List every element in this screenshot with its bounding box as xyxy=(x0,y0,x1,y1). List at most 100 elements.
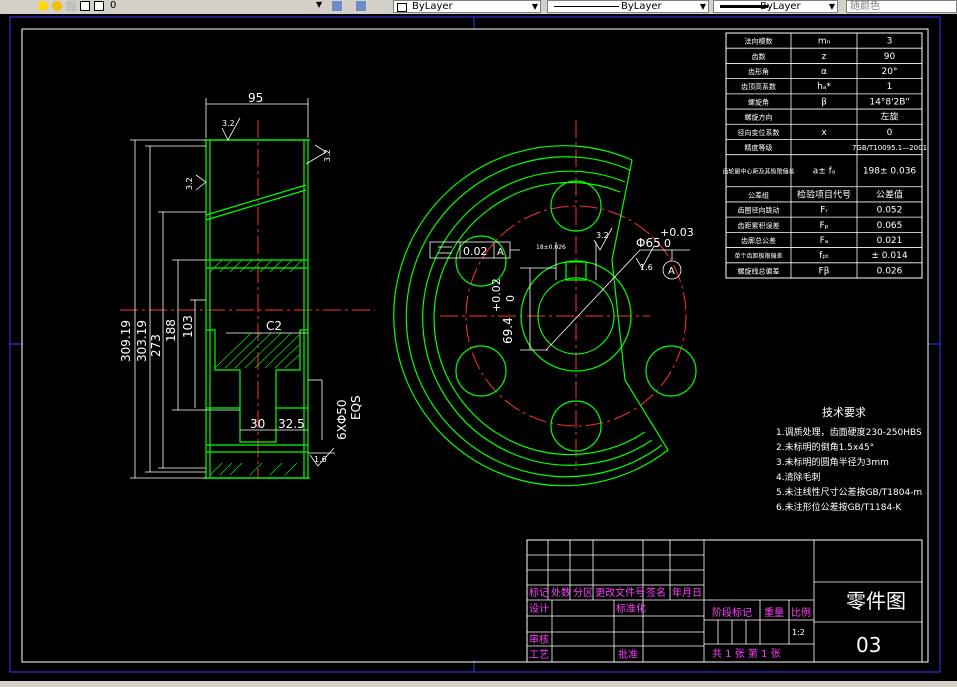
chevron-down-icon: ▼ xyxy=(699,2,706,11)
param-symbol: z xyxy=(822,52,827,62)
dim-keyway-tol-up: +0.02 xyxy=(490,278,503,312)
linetype-sample-icon xyxy=(554,6,619,7)
param-name: 法向模数 xyxy=(745,37,773,46)
chevron-down-icon: ▼ xyxy=(828,2,835,11)
tech-item-6: 6.未注形位公差按GB/T1184-K xyxy=(776,501,902,513)
tb-date: 年月日 xyxy=(672,586,702,599)
flatness-value: 0.02 xyxy=(463,245,488,258)
plotstyle-combo[interactable]: 随颜色 xyxy=(846,0,957,13)
dim-103: 103 xyxy=(181,315,195,338)
param-symbol: Fₐ xyxy=(820,236,829,246)
param-name: 齿形角 xyxy=(748,67,769,76)
flatness-datum: A xyxy=(497,247,504,258)
param-value: 3 xyxy=(887,37,893,47)
layer-dropdown-arrow-icon[interactable]: ▼ xyxy=(316,0,322,9)
param-symbol: mₙ xyxy=(818,37,831,47)
param-value: 0.052 xyxy=(877,206,903,216)
dim-30: 30 xyxy=(250,417,265,431)
dim-width-top: 95 xyxy=(248,91,263,105)
param-symbol: α xyxy=(821,67,827,77)
dim-bore: Φ65 xyxy=(636,236,661,250)
tb-weight: 重量 xyxy=(764,606,784,619)
lineweight-combo[interactable]: ByLayer ▼ xyxy=(713,0,838,13)
rough-bottom: 1.6 xyxy=(314,455,327,464)
tb-review: 审核 xyxy=(529,633,549,646)
layer-color-icon[interactable] xyxy=(94,1,104,11)
tb-mark: 标记 xyxy=(529,587,549,599)
dim-keyway: 69.4 xyxy=(501,317,515,344)
param-symbol: β xyxy=(821,97,827,107)
tb-scale-value: 1:2 xyxy=(792,628,805,637)
tech-item-4: 4.清除毛刺 xyxy=(776,471,821,483)
param-value: 公差值 xyxy=(876,188,903,200)
drawing-name: 零件图 xyxy=(846,589,906,613)
param-name: 齿轮副中心距及其极限偏差 xyxy=(722,168,794,176)
param-name: 齿廓总公差 xyxy=(741,236,776,245)
rough-left: 3.2 xyxy=(185,177,194,190)
param-value: 0 xyxy=(887,128,893,138)
dim-303: 303.19 xyxy=(135,320,149,362)
tb-zone: 分区 xyxy=(573,587,593,599)
dim-key-width: 18±0.026 xyxy=(536,244,566,251)
tb-stage-mark: 阶段标记 xyxy=(712,606,752,619)
param-value: 14°8'2B" xyxy=(869,97,909,107)
linetype-combo[interactable]: ByLayer ▼ xyxy=(547,0,709,13)
param-name: 螺旋线总偏差 xyxy=(738,266,780,275)
tb-design: 设计 xyxy=(529,602,549,615)
param-value: ± 0.014 xyxy=(871,251,907,261)
properties-toolbar: 0 ▼ ByLayer ▼ ByLayer ▼ ByLayer ▼ 随颜色 xyxy=(0,0,957,15)
param-symbol: a± fₐ xyxy=(813,167,836,177)
param-value: 198± 0.036 xyxy=(863,167,917,177)
sun-icon[interactable] xyxy=(52,1,62,11)
param-value: 7GB/T10095.1—2001 xyxy=(852,144,927,152)
layer-previous-icon[interactable] xyxy=(356,1,366,11)
color-combo[interactable]: ByLayer ▼ xyxy=(393,0,541,13)
lock-icon[interactable] xyxy=(66,1,76,11)
datum-symbol: A xyxy=(668,266,675,277)
rough-keyway: 1.6 xyxy=(640,263,653,272)
rough-bore: 3.2 xyxy=(596,231,609,240)
tb-process: 工艺 xyxy=(529,649,549,661)
param-name: 径向变位系数 xyxy=(738,128,780,137)
drawing-canvas[interactable]: 95 309.19 303.19 273 188 103 C2 30 32.5 … xyxy=(0,14,957,681)
param-name: 螺旋方向 xyxy=(745,113,773,122)
color-square-icon[interactable] xyxy=(80,1,90,11)
param-value: 1 xyxy=(887,82,893,92)
make-current-layer-icon[interactable] xyxy=(332,1,342,11)
rough-top: 3.2 xyxy=(222,119,235,128)
param-name: 齿顶高系数 xyxy=(741,82,776,91)
lightbulb-icon[interactable] xyxy=(38,1,48,11)
param-name: 螺旋角 xyxy=(748,97,769,106)
param-name: 公差组 xyxy=(748,190,769,199)
dim-bore-tol-low: 0 xyxy=(664,237,671,250)
param-name: 精度等级 xyxy=(745,143,773,152)
param-value: 0.021 xyxy=(877,236,903,246)
color-combo-value: ByLayer xyxy=(412,1,453,12)
tb-change-doc: 更改文件号 xyxy=(595,586,645,599)
param-symbol: fₚₜ xyxy=(819,251,829,261)
dim-holes: 6XΦ50 xyxy=(335,399,349,440)
tech-item-2: 2.未标明的倒角1.5x45° xyxy=(776,441,874,453)
tb-approve: 批准 xyxy=(618,648,638,661)
param-symbol: Fᵣ xyxy=(820,206,828,216)
param-symbol: hₐ* xyxy=(817,82,831,92)
bottom-strip xyxy=(0,681,957,687)
param-name: 单个齿距极限偏差 xyxy=(734,252,782,260)
param-symbol: Fβ xyxy=(819,266,830,276)
dim-eqs: EQS xyxy=(349,395,363,420)
param-name: 齿圈径向跳动 xyxy=(738,206,780,215)
param-symbol: Fₚ xyxy=(819,221,828,231)
param-value: 90 xyxy=(884,52,896,62)
tech-item-5: 5.未注线性尺寸公差按GB/T1804-m xyxy=(776,486,922,498)
linetype-combo-value: ByLayer xyxy=(621,1,662,12)
tech-title: 技术要求 xyxy=(822,406,866,419)
layer-name-text[interactable]: 0 xyxy=(110,0,116,12)
param-name: 齿数 xyxy=(752,52,766,61)
dim-309: 309.19 xyxy=(119,320,133,362)
tb-sign: 签名 xyxy=(646,586,666,599)
tech-item-1: 1.调质处理，齿面硬度230-250HBS xyxy=(776,426,922,438)
rough-right: 3.2 xyxy=(323,149,332,162)
param-value: 20° xyxy=(882,67,898,77)
param-symbol: 检验项目代号 xyxy=(797,188,851,200)
dim-273: 273 xyxy=(149,334,163,357)
